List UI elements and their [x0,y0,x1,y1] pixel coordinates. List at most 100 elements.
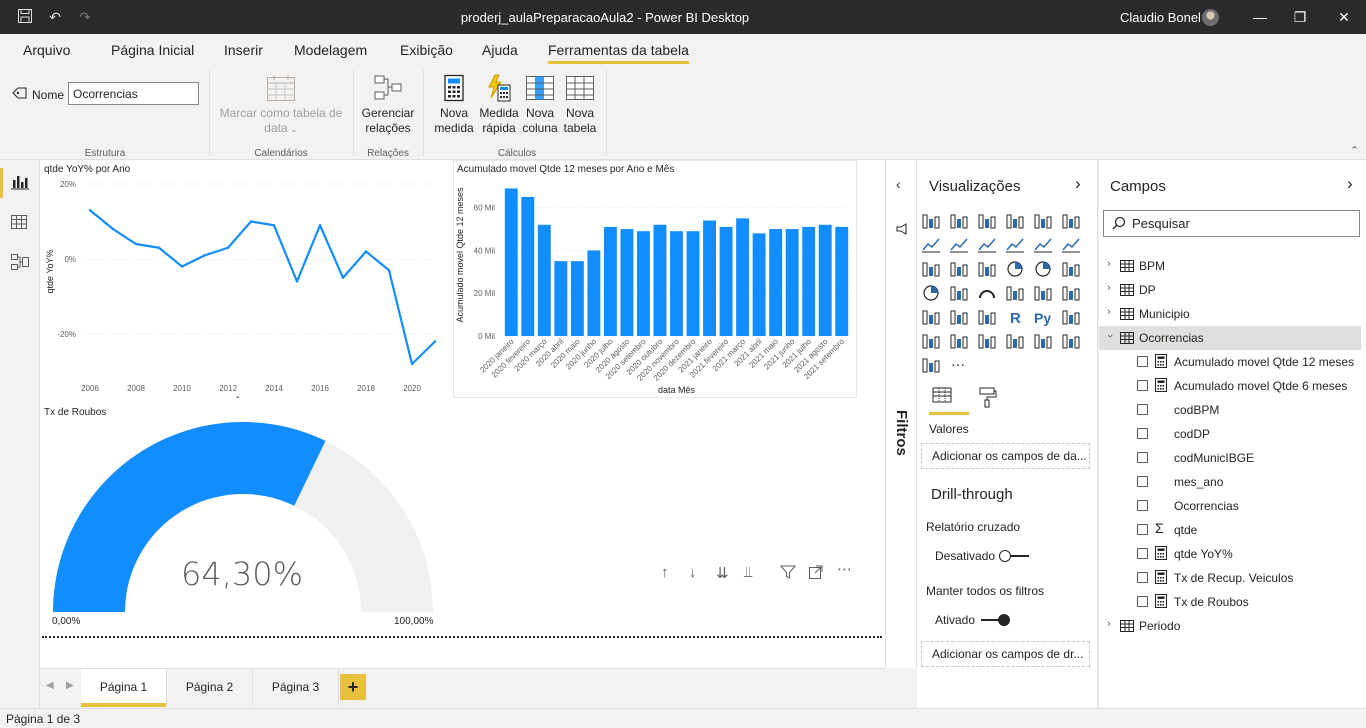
fields-wells-tab[interactable] [929,386,969,414]
chevron-right-icon[interactable]: › [1107,258,1111,270]
kpi-icon[interactable] [1061,284,1081,302]
prev-page-icon[interactable]: ◀ [46,680,54,691]
field-checkbox[interactable] [1137,476,1148,487]
100-bar-icon[interactable] [1033,212,1053,230]
field-checkbox[interactable] [1137,356,1148,367]
drill-down-icon[interactable]: ↓ [689,564,697,581]
tab-ferramentas-da-tabela[interactable]: Ferramentas da tabela [548,42,689,64]
area-chart-icon[interactable] [949,236,969,254]
clustered-bar-icon[interactable] [977,212,997,230]
drillthrough-drop-well[interactable]: Adicionar os campos de dr... [921,641,1090,667]
table-dp[interactable]: › DP [1099,278,1366,302]
map-icon[interactable] [921,284,941,302]
paginated-report-icon[interactable] [977,332,997,350]
line-chart[interactable]: 20% 0% -20% 2006 2008 2010 2012 2014 2016 2018 202… [40,174,445,398]
more-visuals-icon[interactable]: ··· [949,356,969,374]
model-view-icon[interactable] [10,253,30,273]
pie-icon[interactable] [1005,260,1025,278]
table-visual-icon[interactable] [949,308,969,326]
field-item[interactable]: Σqtde [1099,518,1366,542]
100-column-icon[interactable] [1061,212,1081,230]
keep-filters-toggle-knob[interactable] [998,614,1010,626]
matrix-icon[interactable] [977,308,997,326]
tab-arquivo[interactable]: Arquivo [23,42,70,58]
field-checkbox[interactable] [1137,596,1148,607]
r-visual-icon[interactable]: R [1005,308,1025,326]
field-item[interactable]: codMunicIBGE [1099,446,1366,470]
filter-icon[interactable] [779,564,797,584]
more-options-icon[interactable]: ⋯ [837,560,852,578]
report-view-icon[interactable] [10,174,30,194]
chevrons-icon[interactable] [921,356,941,374]
page-tab-3[interactable]: Página 3 [253,669,339,705]
new-measure-button[interactable]: Nova medida [430,74,478,136]
expand-filters-icon[interactable]: ‹ [896,176,901,192]
values-drop-well[interactable]: Adicionar os campos de da... [921,443,1090,469]
field-item[interactable]: Tx de Roubos [1099,590,1366,614]
tab-inserir[interactable]: Inserir [224,42,263,58]
field-item[interactable]: codBPM [1099,398,1366,422]
field-checkbox[interactable] [1137,500,1148,511]
line-column-icon[interactable] [1005,236,1025,254]
chevron-right-icon[interactable]: › [1107,618,1111,630]
minimize-button[interactable]: — [1250,8,1270,26]
maximize-button[interactable]: ❐ [1290,8,1310,26]
ribbon-chart-icon[interactable] [1061,236,1081,254]
add-page-button[interactable]: + [340,674,366,700]
field-item[interactable]: mes_ano [1099,470,1366,494]
field-checkbox[interactable] [1137,524,1148,535]
mark-date-table-button[interactable]: Marcar como tabela de data ⌄ [214,74,348,137]
cross-report-toggle-knob[interactable] [999,550,1011,562]
next-page-icon[interactable]: ▶ [66,680,74,691]
funnel-icon[interactable] [949,260,969,278]
card-icon[interactable] [1005,284,1025,302]
field-item[interactable]: Acumulado movel Qtde 12 meses [1099,350,1366,374]
waterfall-icon[interactable] [921,260,941,278]
page-tab-1[interactable]: Página 1 [81,669,167,707]
user-name[interactable]: Claudio Bonel [1120,10,1201,25]
field-checkbox[interactable] [1137,572,1148,583]
report-canvas[interactable]: qtde YoY% por Ano 20% 0% -20% 2006 2008 2010 2… [40,160,885,668]
expand-all-down-icon[interactable]: ⇊ [716,564,729,582]
key-influencers-icon[interactable] [1061,308,1081,326]
qa-icon[interactable] [949,332,969,350]
table-bpm[interactable]: › BPM [1099,254,1366,278]
expand-next-level-icon[interactable]: ⫫ [744,564,752,581]
new-table-button[interactable]: Nova tabela [560,74,600,136]
clustered-column-icon[interactable] [1005,212,1025,230]
avatar[interactable] [1202,9,1219,26]
field-checkbox[interactable] [1137,548,1148,559]
slicer-icon[interactable] [921,308,941,326]
data-view-icon[interactable] [10,214,30,234]
table-ocorrencias[interactable]: › Ocorrencias [1099,326,1361,350]
stacked-area-icon[interactable] [977,236,997,254]
page-tab-2[interactable]: Página 2 [167,669,253,705]
filled-map-icon[interactable] [949,284,969,302]
chevron-right-icon[interactable]: › [1107,306,1111,318]
bar-chart[interactable]: 0 Mil20 Mil40 Mil60 Mil2020 janeiro2020 … [453,174,857,398]
donut-icon[interactable] [1033,260,1053,278]
field-checkbox[interactable] [1137,404,1148,415]
tab-ajuda[interactable]: Ajuda [482,42,518,58]
chevron-right-icon[interactable]: › [1107,282,1111,294]
table-municipio[interactable]: › Municipio [1099,302,1366,326]
collapse-fields-icon[interactable]: › [1347,174,1353,194]
field-item[interactable]: Acumulado movel Qtde 6 meses [1099,374,1366,398]
stacked-bar-icon[interactable] [921,212,941,230]
close-button[interactable]: ✕ [1334,8,1354,26]
treemap-icon[interactable] [1061,260,1081,278]
power-apps-icon[interactable] [1061,332,1081,350]
multi-row-card-icon[interactable] [1033,284,1053,302]
field-item[interactable]: Ocorrencias [1099,494,1366,518]
stacked-column-icon[interactable] [949,212,969,230]
manage-relations-button[interactable]: Gerenciar relações [358,74,418,136]
scatter-icon[interactable] [977,260,997,278]
field-item[interactable]: codDP [1099,422,1366,446]
chevron-down-icon[interactable]: › [1104,334,1116,338]
field-item[interactable]: Tx de Recup. Veiculos [1099,566,1366,590]
new-column-button[interactable]: Nova coluna [520,74,560,136]
field-item[interactable]: qtde YoY% [1099,542,1366,566]
tab-pagina-inicial[interactable]: Página Inicial [111,42,194,58]
tab-modelagem[interactable]: Modelagem [294,42,367,58]
focus-mode-icon[interactable] [808,564,824,584]
